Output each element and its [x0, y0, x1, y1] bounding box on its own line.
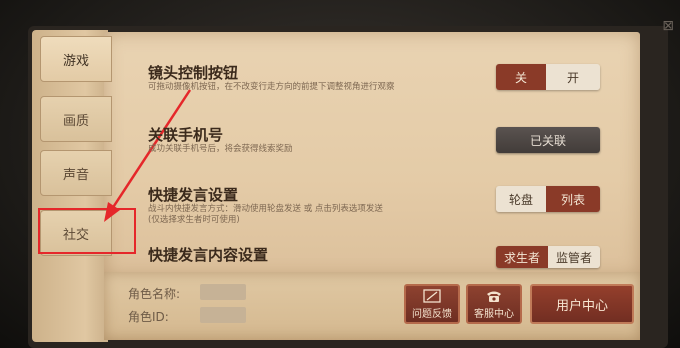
tab-graphics-label: 画质 — [62, 113, 89, 129]
quick-chat-content-toggle: 求生者 监管者 — [496, 246, 600, 268]
tab-game-label: 游戏 — [62, 53, 89, 69]
camera-control-toggle: 关 开 — [496, 64, 600, 90]
role-id-value — [200, 307, 246, 323]
camera-off-option[interactable]: 关 — [496, 64, 546, 90]
user-center-button[interactable]: 用户中心 — [530, 284, 634, 324]
phone-link-desc: 成功关联手机号后，将会获得线索奖励 — [148, 144, 293, 154]
phone-link-title: 关联手机号 — [148, 126, 224, 144]
survivor-option[interactable]: 求生者 — [496, 246, 548, 268]
camera-on-option[interactable]: 开 — [546, 64, 600, 90]
close-icon[interactable]: ⊠ — [662, 18, 674, 34]
tab-game[interactable]: 游戏 — [40, 36, 112, 82]
role-id-label: 角色ID: — [128, 310, 169, 324]
quick-chat-content-title: 快捷发言内容设置 — [148, 246, 269, 264]
phone-linked-button[interactable]: 已关联 — [496, 127, 600, 153]
hunter-option[interactable]: 监管者 — [548, 246, 600, 268]
edit-icon — [423, 288, 441, 303]
camera-control-title: 镜头控制按钮 — [148, 64, 239, 82]
quick-chat-title: 快捷发言设置 — [148, 186, 239, 204]
feedback-button[interactable]: 问题反馈 — [404, 284, 460, 324]
tab-sound-label: 声音 — [62, 167, 89, 183]
camera-control-desc: 可拖动摄像机按钮，在不改变行走方向的前提下调整视角进行观察 — [148, 82, 395, 92]
feedback-label: 问题反馈 — [412, 308, 452, 320]
support-button[interactable]: 客服中心 — [466, 284, 522, 324]
support-label: 客服中心 — [474, 308, 514, 320]
role-name-value — [200, 284, 246, 300]
role-name-label: 角色名称: — [128, 287, 181, 301]
quick-chat-wheel-option[interactable]: 轮盘 — [496, 186, 546, 212]
quick-chat-desc: 战斗内快捷发言方式：滑动使用轮盘发送 或 点击列表选项发送 — [148, 204, 383, 214]
user-center-label: 用户中心 — [555, 298, 608, 314]
telephone-icon — [487, 291, 501, 302]
quick-chat-toggle: 轮盘 列表 — [496, 186, 600, 212]
quick-chat-note: (仅选择求生者时可使用) — [148, 215, 240, 225]
quick-chat-list-option[interactable]: 列表 — [546, 186, 600, 212]
